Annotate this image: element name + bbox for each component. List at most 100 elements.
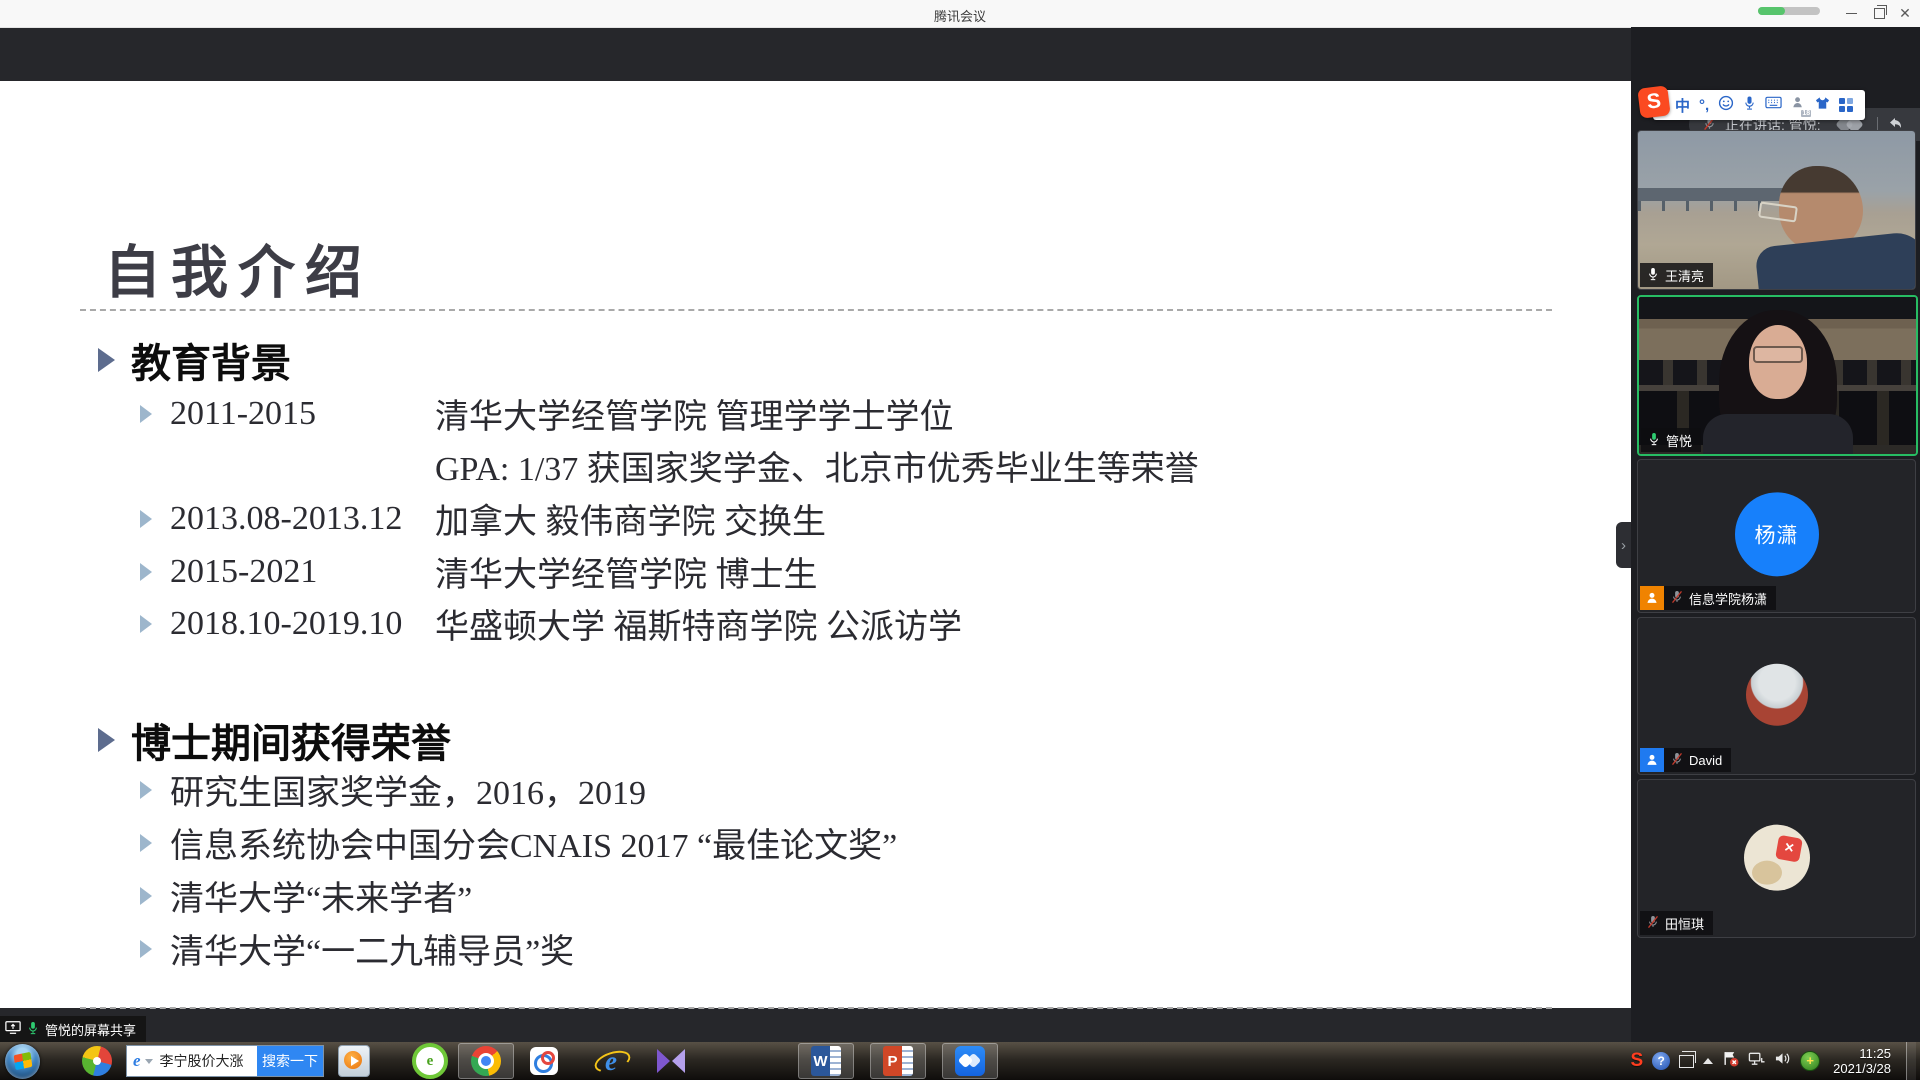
chevron-down-icon[interactable] [145, 1059, 153, 1064]
section-heading: 博士期间获得荣誉 [98, 711, 451, 769]
ime-toolbar: S 中 °, 18 [1653, 90, 1865, 120]
mic-muted-icon [1647, 915, 1659, 932]
bullet-triangle-icon [140, 563, 152, 581]
slide-bullet-row: 2013.08-2013.12 加拿大 毅伟商学院 交换生 [140, 494, 826, 543]
show-hidden-icons-button[interactable] [1703, 1058, 1713, 1064]
restore-button[interactable] [1868, 4, 1890, 22]
system-tray: S ? + 11:25 2021/3/28 [1630, 1042, 1920, 1080]
green-browser-icon[interactable]: e [412, 1043, 448, 1079]
sogou-tray-icon[interactable]: S [1630, 1050, 1643, 1072]
network-tray-icon[interactable] [1748, 1051, 1765, 1072]
close-button[interactable]: ✕ [1894, 4, 1916, 22]
antivirus-tray-icon[interactable]: + [1800, 1051, 1820, 1071]
ie-mini-icon: e [133, 1051, 141, 1071]
share-tag-label: 管悦的屏幕共享 [45, 1020, 136, 1039]
word-taskbar-button[interactable]: W [798, 1043, 854, 1079]
slide-bullet-row: 2018.10-2019.10 华盛顿大学 福斯特商学院 公派访学 [140, 599, 962, 648]
participant-name: David [1689, 753, 1722, 768]
sogou-browser-icon[interactable] [82, 1046, 112, 1076]
window-title: 腾讯会议 [0, 6, 1920, 25]
participant-tile[interactable]: David [1637, 617, 1916, 775]
mic-speaking-icon [1648, 432, 1660, 449]
powerpoint-icon: P [883, 1046, 913, 1076]
slide-title: 自我介绍 [104, 227, 372, 309]
participant-name: 信息学院杨潇 [1689, 589, 1767, 608]
bullet-triangle-icon [98, 348, 115, 372]
bullet-triangle-icon [98, 728, 115, 752]
chrome-taskbar-button[interactable] [458, 1043, 514, 1079]
screen-share-indicator: 管悦的屏幕共享 [0, 1016, 146, 1042]
media-player-icon[interactable] [338, 1045, 370, 1077]
member-badge-icon [1640, 586, 1664, 610]
meeting-taskbar-button[interactable] [942, 1043, 998, 1079]
participant-name-chip: 王清亮 [1640, 263, 1713, 287]
mic-muted-icon [1671, 590, 1683, 607]
bullet-triangle-icon [140, 615, 152, 633]
bullet-triangle-icon [140, 940, 152, 958]
help-tray-icon[interactable]: ? [1652, 1052, 1670, 1070]
participant-name: 王清亮 [1665, 266, 1704, 285]
panel-collapse-button[interactable]: › [1616, 522, 1631, 568]
section-heading: 教育背景 [98, 331, 291, 389]
ime-profile-icon[interactable]: 18 [1791, 95, 1806, 115]
taskbar-search-box[interactable]: e 李宁股价大涨 搜索一下 [126, 1045, 324, 1077]
participant-name: 管悦 [1666, 431, 1692, 450]
slide-bullet-row: 2015-2021 清华大学经管学院 博士生 [140, 547, 818, 596]
participants-panel: › S 中 °, 18 [1631, 27, 1920, 1042]
divider [80, 1007, 1552, 1009]
word-icon: W [811, 1046, 841, 1076]
slide-bullet-row: 清华大学“一二九辅导员”奖 [140, 924, 574, 973]
search-button[interactable]: 搜索一下 [257, 1046, 323, 1076]
screen-share-icon [5, 1020, 21, 1038]
participant-tile[interactable]: 管悦 [1637, 295, 1918, 456]
ime-skin-icon[interactable] [1815, 96, 1830, 115]
ime-language-toggle[interactable]: 中 [1675, 95, 1690, 116]
taskbar-clock[interactable]: 11:25 2021/3/28 [1833, 1046, 1891, 1076]
slide-bullet-row: 2011-2015 清华大学经管学院 管理学学士学位 [140, 389, 954, 438]
ime-toolbox-icon[interactable] [1839, 98, 1853, 112]
bullet-triangle-icon [140, 510, 152, 528]
avatar [1746, 664, 1808, 726]
progress-pill [1758, 7, 1820, 15]
participant-name: 田恒琪 [1665, 914, 1704, 933]
participant-name-chip: 田恒琪 [1640, 911, 1713, 935]
tencent-meeting-window: 腾讯会议 ✕ 自我介绍 教育背景 2011-2015 清华大学经管学院 管理学学… [0, 0, 1920, 1080]
minimize-button[interactable] [1840, 4, 1862, 22]
windows-stack-icon[interactable] [1679, 1055, 1694, 1068]
tencent-meeting-icon [955, 1046, 985, 1076]
virtual-keyboard-icon[interactable] [1765, 96, 1782, 114]
slide-bullet-row: 信息系统协会中国分会CNAIS 2017 “最佳论文奖” [140, 818, 897, 867]
window-titlebar: 腾讯会议 ✕ [0, 0, 1920, 28]
mic-on-icon [1647, 267, 1659, 284]
participant-tile[interactable]: × 田恒琪 [1637, 779, 1916, 938]
participant-tile[interactable]: 杨潇 信息学院杨潇 [1637, 459, 1916, 613]
internet-explorer-icon[interactable]: e [596, 1046, 626, 1076]
start-button[interactable] [5, 1044, 40, 1079]
kmplayer-icon[interactable] [656, 1048, 686, 1074]
participant-name-chip: David [1664, 748, 1731, 772]
participant-name-chip: 信息学院杨潇 [1664, 586, 1776, 610]
bullet-triangle-icon [140, 834, 152, 852]
participant-name-chip: 管悦 [1641, 428, 1701, 452]
avatar: × [1744, 824, 1810, 890]
show-desktop-button[interactable] [1906, 1042, 1916, 1080]
sogou-ime-icon[interactable]: S [1637, 85, 1670, 118]
search-input[interactable]: 李宁股价大涨 [160, 1051, 257, 1071]
slide-bullet-row: GPA: 1/37 获国家奖学金、北京市优秀毕业生等荣誉 [140, 441, 1199, 490]
action-center-flag-icon[interactable] [1722, 1050, 1739, 1072]
voice-input-icon[interactable] [1743, 95, 1756, 116]
member-badge-icon [1640, 748, 1664, 772]
sticker-x-icon: × [1775, 834, 1803, 862]
divider [80, 309, 1552, 311]
baidu-netdisk-icon[interactable] [530, 1047, 558, 1075]
powerpoint-taskbar-button[interactable]: P [870, 1043, 926, 1079]
clock-time: 11:25 [1859, 1046, 1891, 1061]
bullet-triangle-icon [140, 887, 152, 905]
bullet-triangle-icon [140, 781, 152, 799]
emoji-icon[interactable] [1718, 95, 1734, 116]
volume-tray-icon[interactable] [1774, 1051, 1791, 1071]
ime-punctuation-toggle[interactable]: °, [1699, 97, 1709, 114]
slide-bullet-row: 清华大学“未来学者” [140, 871, 472, 920]
participant-tile[interactable]: 王清亮 [1637, 130, 1916, 290]
shared-screen-slide: 自我介绍 教育背景 2011-2015 清华大学经管学院 管理学学士学位 GPA… [0, 81, 1631, 1008]
